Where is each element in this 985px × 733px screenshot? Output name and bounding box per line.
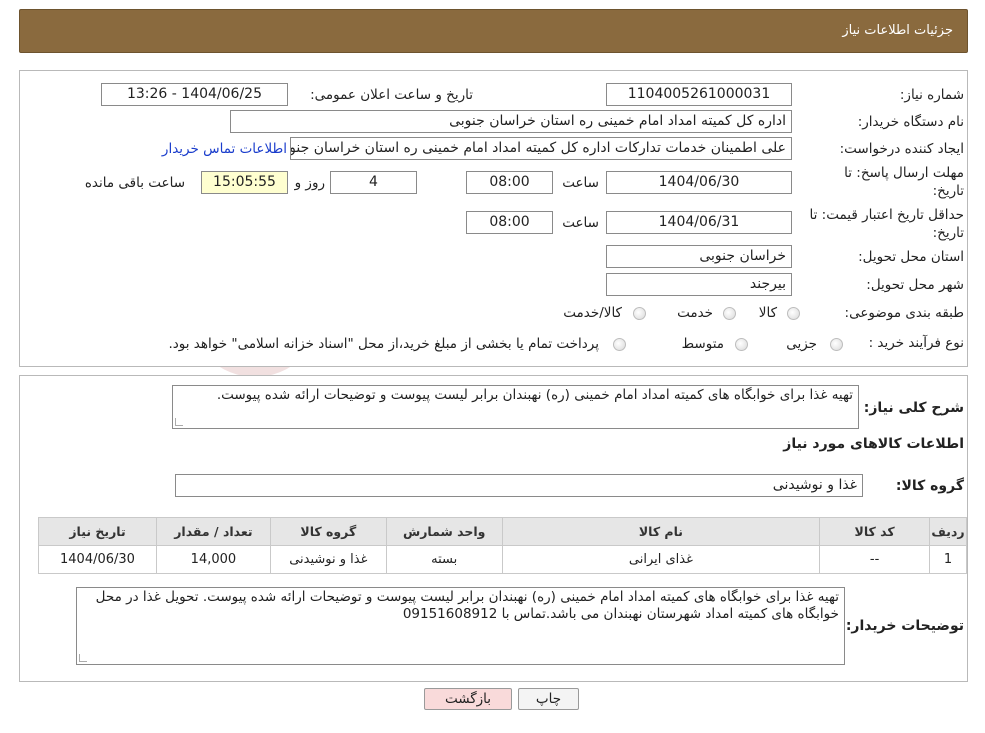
details-panel: شرح کلی نیاز: تهیه غذا برای خوابگاه های … <box>19 375 968 682</box>
goods-group-field: غذا و نوشیدنی <box>175 474 863 497</box>
process-note: پرداخت تمام یا بخشی از مبلغ خرید،از محل … <box>168 336 599 352</box>
buyer-org-label: نام دستگاه خریدار: <box>857 114 964 130</box>
resize-handle-icon[interactable] <box>175 418 183 426</box>
table-header-row: ردیف کد کالا نام کالا واحد شمارش گروه کا… <box>38 517 967 546</box>
city-label: شهر محل تحویل: <box>866 277 964 293</box>
validity-date-field: 1404/06/31 <box>606 211 792 234</box>
city-field: بیرجند <box>606 273 792 296</box>
summary-text: تهیه غذا برای خوابگاه های کمیته امداد ام… <box>216 387 853 403</box>
buyer-notes-label: توضیحات خریدار: <box>845 618 964 634</box>
days-field: 4 <box>330 171 417 194</box>
buyer-contact-link[interactable]: اطلاعات تماس خریدار <box>162 141 287 157</box>
deadline-date-field: 1404/06/30 <box>606 171 792 194</box>
category-goods-text: کالا <box>758 305 777 321</box>
province-field: خراسان جنوبی <box>606 245 792 268</box>
process-treasury-radio[interactable] <box>613 338 626 351</box>
back-button[interactable]: بازگشت <box>424 688 512 710</box>
process-medium-text: متوسط <box>681 336 724 352</box>
deadline-time-field: 08:00 <box>466 171 553 194</box>
days-label: روز و <box>294 175 325 191</box>
validity-time-field: 08:00 <box>466 211 553 234</box>
col-need-date: تاریخ نیاز <box>38 517 157 546</box>
remaining-time-field: 15:05:55 <box>201 171 288 194</box>
process-partial-radio[interactable] <box>830 338 843 351</box>
page-header: جزئیات اطلاعات نیاز <box>19 9 968 53</box>
col-row-number: ردیف <box>929 517 967 546</box>
process-partial-text: جزیی <box>786 336 817 352</box>
cell-group: غذا و نوشیدنی <box>269 545 387 574</box>
info-panel: شماره نیاز: 1104005261000031 تاریخ و ساع… <box>19 70 968 367</box>
creator-field: علی اطمینان خدمات تدارکات اداره کل کمیته… <box>290 137 792 160</box>
deadline-label: مهلت ارسال پاسخ: تا <box>844 165 964 181</box>
category-service-radio[interactable] <box>723 307 736 320</box>
deadline-time-label: ساعت <box>562 175 599 191</box>
announce-datetime-field: 1404/06/25 - 13:26 <box>101 83 288 106</box>
validity-label: حداقل تاریخ اعتبار قیمت: تا <box>809 207 964 223</box>
deadline-label-2: تاریخ: <box>932 183 964 199</box>
cell-quantity: 14,000 <box>155 545 271 574</box>
category-label: طبقه بندی موضوعی: <box>844 305 964 321</box>
need-number-field: 1104005261000031 <box>606 83 792 106</box>
category-service-text: خدمت <box>677 305 713 321</box>
remaining-time-label: ساعت باقی مانده <box>84 175 185 191</box>
process-label: نوع فرآیند خرید : <box>868 335 964 351</box>
category-goods-radio[interactable] <box>787 307 800 320</box>
category-goods-service-text: کالا/خدمت <box>563 305 622 321</box>
creator-label: ایجاد کننده درخواست: <box>839 141 964 157</box>
summary-label: شرح کلی نیاز: <box>863 400 964 416</box>
col-item-code: کد کالا <box>819 517 931 546</box>
goods-section-title: اطلاعات کالاهای مورد نیاز <box>783 436 964 452</box>
col-quantity: تعداد / مقدار <box>155 517 271 546</box>
process-medium-radio[interactable] <box>735 338 748 351</box>
resize-handle-icon[interactable] <box>79 654 87 662</box>
summary-textarea[interactable]: تهیه غذا برای خوابگاه های کمیته امداد ام… <box>172 385 859 429</box>
validity-time-label: ساعت <box>562 215 599 231</box>
announce-label: تاریخ و ساعت اعلان عمومی: <box>310 87 473 103</box>
buyer-org-field: اداره کل کمیته امداد امام خمینی ره استان… <box>230 110 792 133</box>
province-label: استان محل تحویل: <box>858 249 964 265</box>
cell-need-date: 1404/06/30 <box>38 545 157 574</box>
col-unit: واحد شمارش <box>385 517 503 546</box>
validity-label-2: تاریخ: <box>932 225 964 241</box>
table-row: 1 -- غذای ایرانی بسته غذا و نوشیدنی 14,0… <box>38 545 967 574</box>
print-button[interactable]: چاپ <box>518 688 579 710</box>
col-item-name: نام کالا <box>501 517 821 546</box>
buyer-notes-text: تهیه غذا برای خوابگاه های کمیته امداد ام… <box>95 589 839 622</box>
cell-item-name: غذای ایرانی <box>501 545 821 574</box>
goods-group-label: گروه کالا: <box>895 478 964 494</box>
cell-unit: بسته <box>385 545 503 574</box>
cell-item-code: -- <box>819 545 931 574</box>
buyer-notes-textarea[interactable]: تهیه غذا برای خوابگاه های کمیته امداد ام… <box>76 587 845 665</box>
cell-row-number: 1 <box>929 545 967 574</box>
col-group: گروه کالا <box>269 517 387 546</box>
category-goods-service-radio[interactable] <box>633 307 646 320</box>
goods-table: ردیف کد کالا نام کالا واحد شمارش گروه کا… <box>38 517 967 574</box>
page-title: جزئیات اطلاعات نیاز <box>842 23 953 38</box>
need-number-label: شماره نیاز: <box>899 87 964 103</box>
